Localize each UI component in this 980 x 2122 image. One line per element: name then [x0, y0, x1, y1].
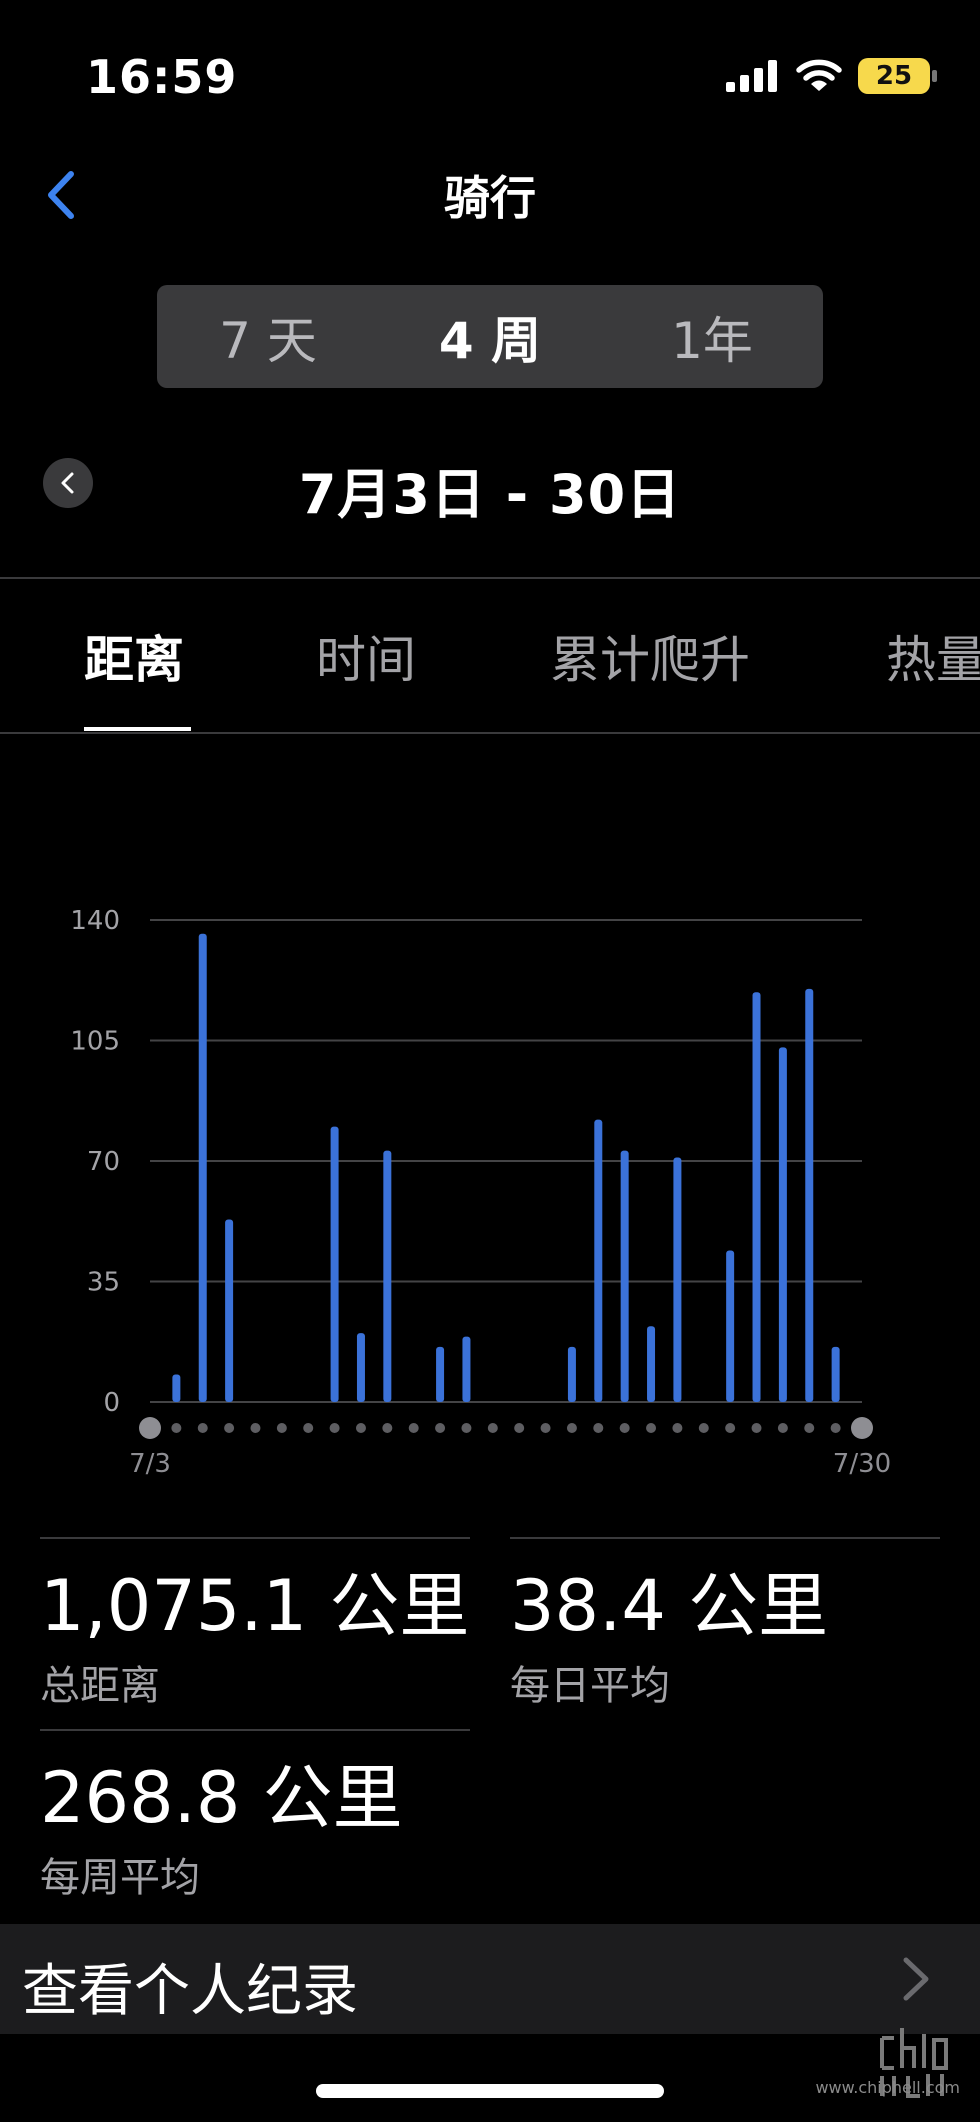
- status-time: 16:59: [86, 50, 238, 104]
- x-day-marker: [646, 1423, 657, 1433]
- x-day-marker: [487, 1423, 498, 1433]
- watermark-text: www.chiphell.com: [815, 2078, 960, 2097]
- x-day-marker: [171, 1423, 182, 1433]
- bar-7/28[interactable]: [805, 988, 814, 1402]
- x-tick-label: 7/3: [129, 1449, 171, 1479]
- x-day-marker: [566, 1423, 577, 1433]
- x-day-marker: [355, 1423, 366, 1433]
- y-tick-label: 35: [87, 1268, 120, 1298]
- x-day-marker: [514, 1423, 525, 1433]
- bar-7/10[interactable]: [330, 1126, 339, 1402]
- total-distance-label: 总距离: [40, 1663, 160, 1709]
- bar-7/4[interactable]: [172, 1374, 181, 1402]
- bar-7/14[interactable]: [436, 1346, 445, 1402]
- x-day-marker: [329, 1423, 340, 1433]
- tab-elevation-gain[interactable]: 累计爬升: [550, 620, 750, 692]
- distance-bar-chart: 140 105 70 35 0 7/3 7/30: [70, 906, 891, 1479]
- tab-distance[interactable]: 距离: [84, 620, 184, 692]
- bar-7/19[interactable]: [567, 1346, 576, 1402]
- x-day-marker: [540, 1423, 551, 1433]
- y-tick-label: 140: [70, 906, 120, 936]
- bar-7/29[interactable]: [831, 1346, 840, 1402]
- y-tick-label: 70: [87, 1147, 120, 1177]
- x-day-marker: [725, 1423, 736, 1433]
- bar-7/20[interactable]: [594, 1119, 603, 1402]
- bar-7/5[interactable]: [198, 933, 207, 1402]
- metric-tabs: 距离 时间 累计爬升 热量: [0, 578, 980, 732]
- page-title: 骑行: [444, 171, 536, 225]
- range-option-7-days[interactable]: 7 天: [157, 285, 379, 388]
- stat-weekly-average: 268.8 公里 每周平均: [40, 1742, 403, 1903]
- bar-7/11[interactable]: [356, 1333, 365, 1402]
- tab-time[interactable]: 时间: [316, 620, 416, 692]
- bar-7/26[interactable]: [752, 992, 761, 1402]
- weekly-average-label: 每周平均: [40, 1855, 200, 1901]
- x-day-marker: [851, 1417, 873, 1439]
- stat-divider: [40, 1537, 470, 1539]
- range-option-1-year[interactable]: 1年: [601, 285, 823, 388]
- x-day-marker: [461, 1423, 472, 1433]
- x-day-marker: [382, 1423, 393, 1433]
- stat-divider: [40, 1729, 470, 1731]
- daily-average-value: 38.4 公里: [510, 1565, 829, 1647]
- x-day-marker: [830, 1423, 841, 1433]
- bar-7/12[interactable]: [383, 1150, 392, 1402]
- battery-indicator: 25: [858, 58, 937, 94]
- nav-bar: 骑行: [0, 140, 980, 250]
- date-navigator: 7月3日 - 30日: [0, 440, 980, 530]
- home-indicator[interactable]: [316, 2084, 664, 2098]
- stat-divider: [510, 1537, 940, 1539]
- status-icons: 25: [726, 58, 937, 94]
- x-day-marker: [593, 1423, 604, 1433]
- x-day-marker: [751, 1423, 762, 1433]
- bar-7/21[interactable]: [620, 1150, 629, 1402]
- bar-7/6[interactable]: [225, 1219, 234, 1402]
- activity-screen: 16:59 25 骑行 7 天 4 周 1年 7月3日 - 30日 距离 时间 …: [0, 0, 980, 2122]
- x-day-marker: [777, 1423, 788, 1433]
- distance-chart: 140 105 70 35 0 7/3 7/30: [0, 880, 980, 1480]
- x-day-marker: [619, 1423, 630, 1433]
- total-distance-value: 1,075.1 公里: [40, 1565, 470, 1647]
- x-day-marker: [672, 1423, 683, 1433]
- bar-7/27[interactable]: [778, 1047, 787, 1402]
- x-day-marker: [197, 1423, 208, 1433]
- stat-daily-average: 38.4 公里 每日平均: [510, 1550, 828, 1711]
- personal-records-row[interactable]: 查看个人纪录: [0, 1924, 980, 2034]
- x-day-marker: [224, 1423, 235, 1433]
- y-tick-label: 0: [103, 1388, 120, 1418]
- x-day-marker: [698, 1423, 709, 1433]
- range-selector: 7 天 4 周 1年: [157, 285, 823, 388]
- tab-calories[interactable]: 热量: [886, 620, 980, 692]
- range-option-4-weeks[interactable]: 4 周: [379, 285, 601, 388]
- x-day-marker: [276, 1423, 287, 1433]
- stat-total-distance: 1,075.1 公里 总距离: [40, 1550, 469, 1711]
- cellular-signal-icon: [726, 60, 777, 92]
- x-day-marker: [139, 1417, 161, 1439]
- status-bar: 16:59 25: [0, 0, 980, 150]
- bar-7/15[interactable]: [462, 1336, 471, 1402]
- x-day-marker: [435, 1423, 446, 1433]
- x-day-marker: [408, 1423, 419, 1433]
- x-tick-label: 7/30: [833, 1449, 891, 1479]
- chevron-right-icon: [903, 1957, 929, 2001]
- battery-level: 25: [875, 61, 913, 91]
- active-tab-underline: [84, 727, 191, 731]
- x-day-marker: [250, 1423, 261, 1433]
- divider: [0, 732, 980, 734]
- date-range-label: 7月3日 - 30日: [298, 463, 682, 526]
- x-day-marker: [804, 1423, 815, 1433]
- daily-average-label: 每日平均: [510, 1663, 670, 1709]
- x-day-marker: [303, 1423, 314, 1433]
- bar-7/22[interactable]: [647, 1326, 656, 1402]
- bar-7/23[interactable]: [673, 1157, 682, 1402]
- personal-records-label: 查看个人纪录: [22, 1959, 358, 2024]
- weekly-average-value: 268.8 公里: [40, 1757, 403, 1839]
- y-tick-label: 105: [70, 1027, 120, 1057]
- wifi-icon: [796, 59, 842, 91]
- bar-7/25[interactable]: [726, 1250, 735, 1402]
